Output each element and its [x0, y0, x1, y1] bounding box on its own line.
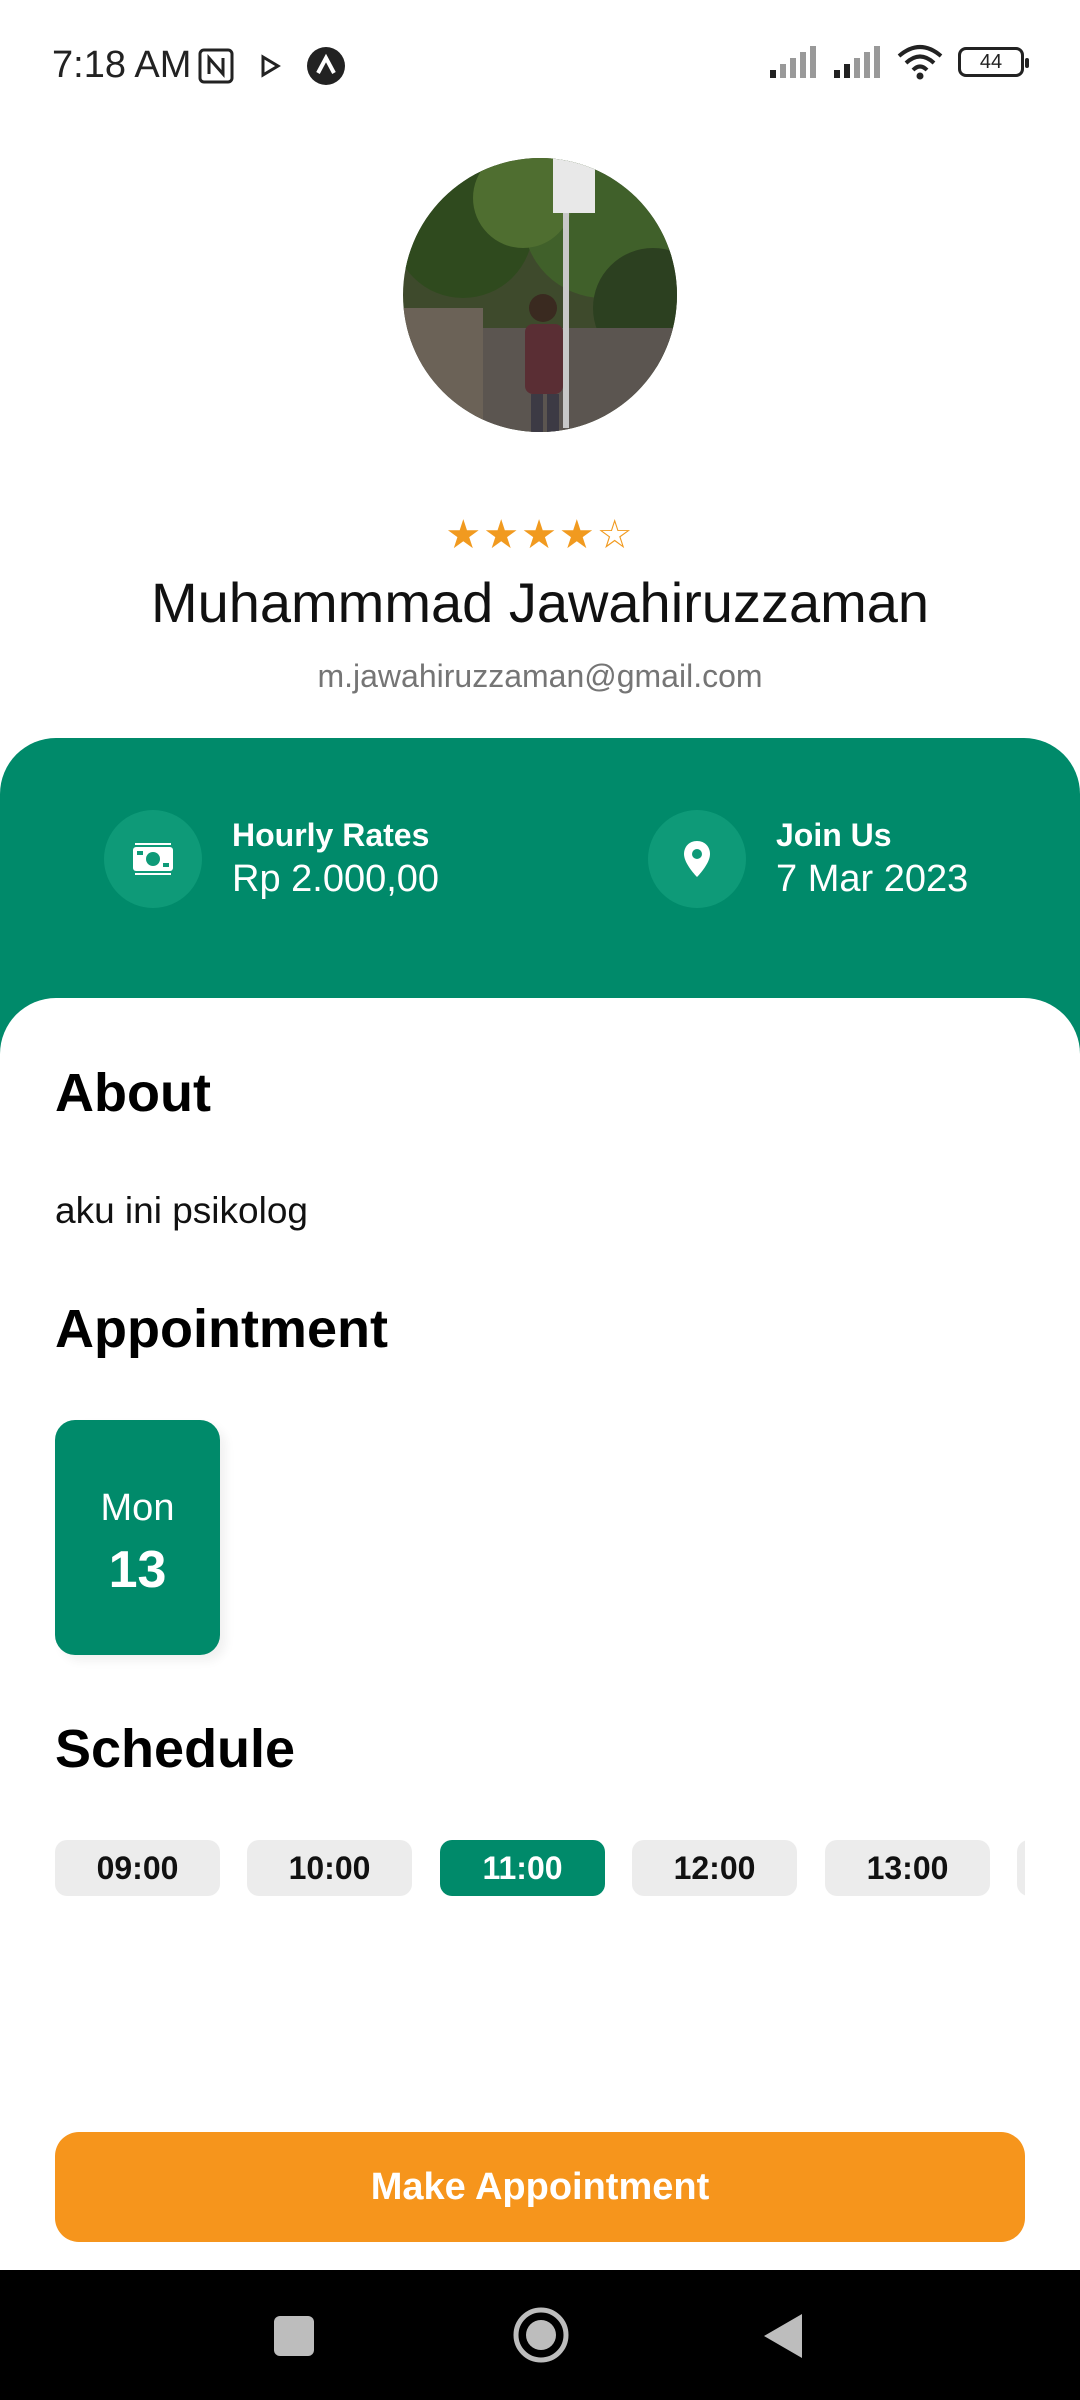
about-title: About [55, 1063, 211, 1123]
wifi-icon [897, 45, 943, 80]
nfc-icon [198, 48, 234, 84]
join-date-info: Join Us 7 Mar 2023 [648, 810, 968, 908]
time-slot[interactable]: 09:00 [55, 1840, 220, 1896]
status-bar: 7:18 AM 44 [0, 0, 1080, 130]
status-time: 7:18 AM [52, 44, 192, 86]
signal-icon [834, 46, 880, 78]
appointment-title: Appointment [55, 1299, 388, 1359]
profile-email: m.jawahiruzzaman@gmail.com [317, 658, 763, 694]
navigation-bar [0, 2270, 1080, 2400]
join-label: Join Us [776, 817, 892, 853]
recent-apps-icon[interactable] [272, 2314, 316, 2358]
join-date-value: 7 Mar 2023 [776, 858, 969, 900]
time-slot-list[interactable]: 09:00 10:00 11:00 12:00 13:00 [55, 1840, 1025, 1896]
time-slot[interactable]: 12:00 [632, 1840, 797, 1896]
play-icon [261, 54, 281, 78]
schedule-title: Schedule [55, 1719, 296, 1779]
location-pin-icon [648, 810, 746, 908]
time-slot-selected[interactable]: 11:00 [440, 1840, 605, 1896]
day-number: 13 [108, 1541, 167, 1599]
money-icon [104, 810, 202, 908]
profile-name: Muhammmad Jawahiruzzaman [150, 571, 930, 634]
hourly-rate-value: Rp 2.000,00 [232, 858, 440, 900]
home-icon[interactable] [512, 2306, 570, 2364]
day-card-selected[interactable]: Mon 13 [55, 1420, 220, 1655]
time-slot[interactable]: 13:00 [825, 1840, 990, 1896]
day-name: Mon [100, 1487, 175, 1529]
about-text: aku ini psikolog [55, 1190, 308, 1231]
time-slot-partial[interactable] [1017, 1840, 1025, 1896]
make-appointment-button[interactable]: Make Appointment [55, 2132, 1025, 2242]
signal-icon [770, 46, 816, 78]
battery-icon: 44 [958, 47, 1029, 77]
hourly-rate-label: Hourly Rates [232, 817, 430, 853]
time-slot[interactable]: 10:00 [247, 1840, 412, 1896]
app-notification-icon [307, 47, 345, 85]
hourly-rate-info: Hourly Rates Rp 2.000,00 [104, 810, 439, 908]
star-rating: ★★★★☆ [445, 513, 635, 557]
avatar [403, 158, 677, 432]
back-icon[interactable] [762, 2312, 804, 2360]
